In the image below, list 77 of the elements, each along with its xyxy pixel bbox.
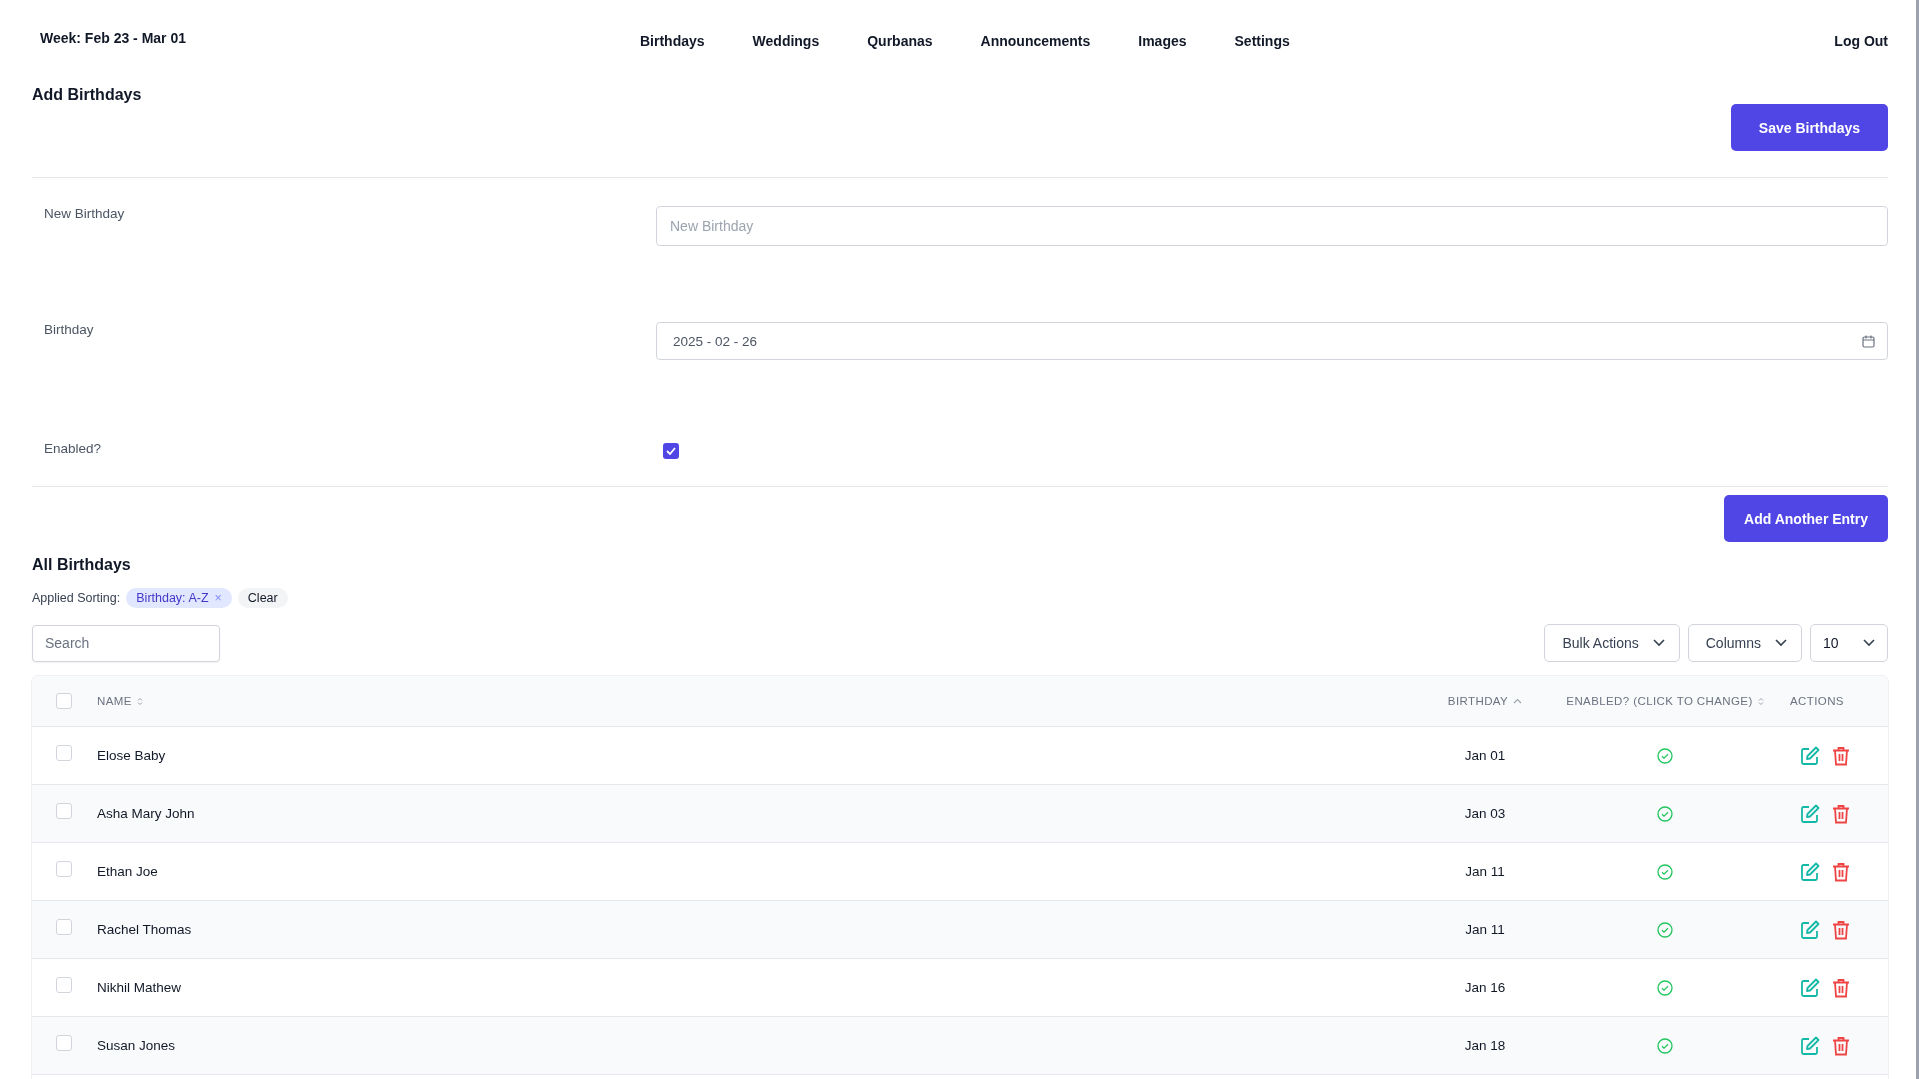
field-label: Birthday [44, 322, 94, 337]
checkbox[interactable] [56, 860, 72, 877]
new-birthday-field[interactable]: New Birthday [656, 206, 1888, 246]
sort-chip[interactable]: Birthday: A-Z × [126, 588, 232, 608]
bulk-actions-dropdown[interactable]: Bulk Actions [1544, 624, 1680, 662]
nav-link[interactable]: Qurbanas [867, 33, 933, 49]
birthday-cell: Jan 01 [1464, 748, 1506, 763]
edit-icon[interactable] [1800, 977, 1820, 998]
checkbox[interactable] [663, 443, 679, 459]
section-title: Add Birthdays [32, 86, 142, 104]
sort-icon [136, 696, 143, 706]
birthday-cell: Jan 03 [1464, 806, 1506, 821]
check-circle-icon[interactable] [1657, 747, 1673, 764]
trash-icon[interactable] [1832, 977, 1850, 998]
column-header[interactable]: ENABLED? (CLICK TO CHANGE) [1566, 695, 1753, 707]
clear-button[interactable]: Clear [237, 588, 288, 608]
trash-icon[interactable] [1832, 803, 1850, 824]
check-circle-icon[interactable] [1657, 921, 1673, 938]
edit-icon[interactable] [1800, 803, 1820, 824]
birthday-cell: Jan 16 [1464, 980, 1506, 995]
nav-link[interactable]: Weddings [752, 33, 820, 49]
checkbox[interactable] [56, 1034, 72, 1051]
trash-icon[interactable] [1832, 861, 1850, 882]
birthday-cell: Jan 11 [1465, 922, 1505, 937]
name-cell: Susan Jones [97, 1038, 176, 1053]
column-header[interactable]: BIRTHDAY [1447, 695, 1509, 707]
check-circle-icon[interactable] [1657, 863, 1673, 880]
checkbox[interactable] [56, 802, 72, 819]
name-cell: Nikhil Mathew [97, 980, 182, 995]
sort-icon [1757, 696, 1764, 706]
columns-dropdown[interactable]: Columns [1687, 624, 1802, 662]
birthday-cell: Jan 11 [1465, 864, 1505, 879]
edit-icon[interactable] [1800, 919, 1820, 940]
name-cell: Rachel Thomas [97, 922, 192, 937]
add-entry-button[interactable]: Add Another Entry [1724, 495, 1888, 542]
table-row[interactable]: Asha Mary John Jan 03 [32, 785, 1888, 843]
nav-link[interactable]: Settings [1234, 33, 1290, 49]
sorting-label: Applied Sorting: [32, 591, 121, 605]
select-all-checkbox[interactable] [56, 693, 72, 709]
per-page-dropdown[interactable]: 10 [1810, 624, 1888, 662]
week-range: Week: Feb 23 - Mar 01 [40, 30, 187, 46]
name-cell: Ethan Joe [97, 864, 158, 879]
nav-link[interactable]: Birthdays [640, 33, 705, 49]
column-header[interactable]: ACTIONS [1790, 695, 1844, 707]
table-row[interactable]: Rachel Thomas Jan 11 [32, 901, 1888, 959]
sort-ascending-icon [1513, 698, 1523, 704]
logout-link[interactable]: Log Out [1834, 0, 1888, 49]
save-button[interactable]: Save Birthdays [1730, 104, 1888, 151]
checkbox[interactable] [56, 744, 72, 761]
chevron-down-icon [1863, 639, 1875, 647]
trash-icon[interactable] [1832, 1035, 1850, 1056]
search-field[interactable]: Search [32, 624, 220, 662]
check-circle-icon[interactable] [1657, 979, 1673, 996]
calendar-icon [1862, 334, 1875, 348]
check-circle-icon[interactable] [1657, 805, 1673, 822]
chevron-down-icon [1652, 639, 1665, 647]
trash-icon[interactable] [1832, 919, 1850, 940]
chevron-down-icon [1775, 639, 1787, 647]
edit-icon[interactable] [1800, 745, 1820, 766]
checkbox[interactable] [56, 918, 72, 935]
nav-link[interactable]: Images [1138, 33, 1187, 49]
birthday-cell: Jan 18 [1464, 1038, 1506, 1053]
trash-icon[interactable] [1832, 745, 1850, 766]
edit-icon[interactable] [1800, 861, 1820, 882]
field-label: New Birthday [44, 206, 125, 221]
date-field[interactable]: 2025 - 02 - 26 [656, 322, 1888, 360]
table-row[interactable]: Susan Jones Jan 18 [32, 1017, 1888, 1075]
check-circle-icon[interactable] [1657, 1037, 1673, 1054]
nav-link[interactable]: Announcements [980, 33, 1091, 49]
name-cell: Elose Baby [97, 748, 166, 763]
name-cell: Asha Mary John [97, 806, 195, 821]
field-label: Enabled? [44, 441, 102, 456]
column-header[interactable]: NAME [97, 695, 132, 707]
checkbox[interactable] [56, 976, 72, 993]
checkmark-icon [666, 447, 676, 455]
section-title: All Birthdays [32, 556, 131, 574]
edit-icon[interactable] [1800, 1035, 1820, 1056]
